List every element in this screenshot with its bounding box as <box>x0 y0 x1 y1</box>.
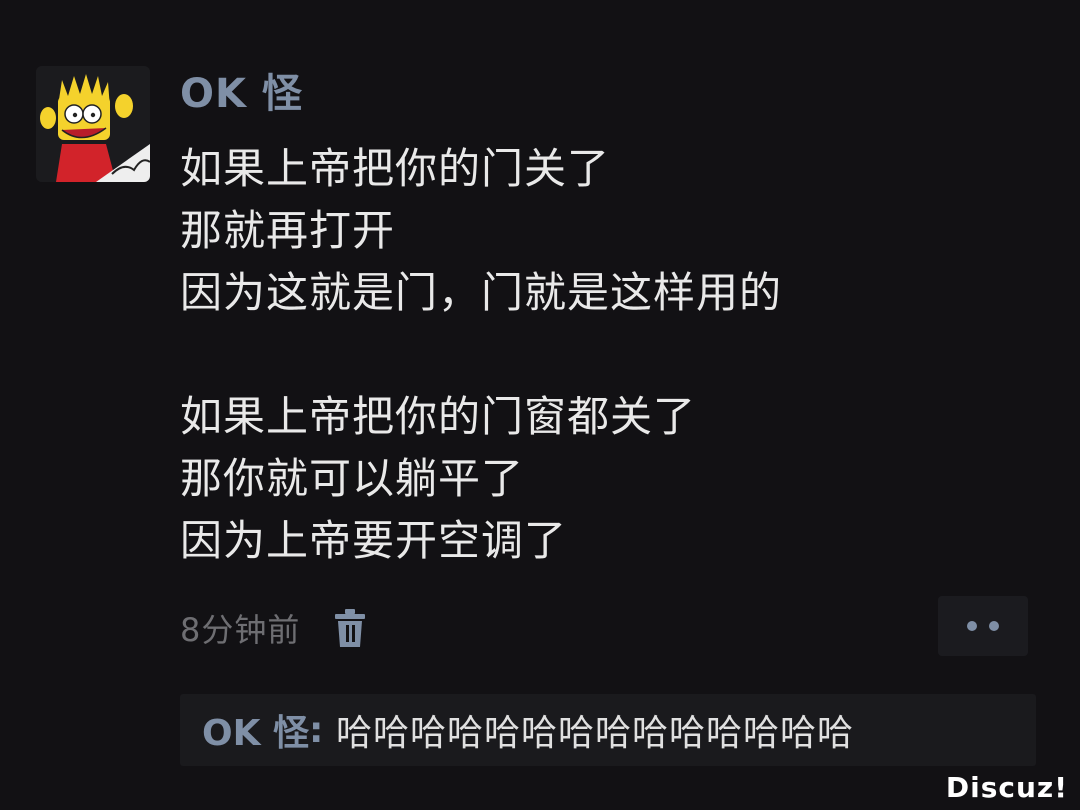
avatar[interactable] <box>36 66 150 182</box>
more-button[interactable] <box>938 596 1028 656</box>
post-content: 如果上帝把你的门关了 那就再打开 因为这就是门，门就是这样用的 如果上帝把你的门… <box>180 138 1040 572</box>
post-meta: 8分钟前 <box>180 600 368 656</box>
more-dots-icon <box>989 621 999 631</box>
paragraph-break <box>180 324 1040 386</box>
post-line: 那就再打开 <box>180 206 396 255</box>
trash-icon[interactable] <box>332 606 368 650</box>
comment-text: 哈哈哈哈哈哈哈哈哈哈哈哈哈哈 <box>335 713 854 754</box>
post-line: 那你就可以躺平了 <box>180 454 525 503</box>
post-line: 如果上帝把你的门窗都关了 <box>180 392 697 441</box>
post-line: 因为上帝要开空调了 <box>180 516 568 565</box>
comment-item[interactable]: OK 怪 : 哈哈哈哈哈哈哈哈哈哈哈哈哈哈 <box>180 694 1036 766</box>
post-username[interactable]: OK 怪 <box>180 66 303 122</box>
comment-author[interactable]: OK 怪 <box>202 704 309 756</box>
cartoon-avatar-image <box>36 66 150 182</box>
post-line: 如果上帝把你的门关了 <box>180 144 611 193</box>
watermark: Discuz! <box>945 771 1068 804</box>
comment-separator: : <box>309 709 336 751</box>
more-dots-icon <box>967 621 977 631</box>
post-line: 因为这就是门，门就是这样用的 <box>180 268 783 317</box>
timestamp: 8分钟前 <box>180 611 301 649</box>
